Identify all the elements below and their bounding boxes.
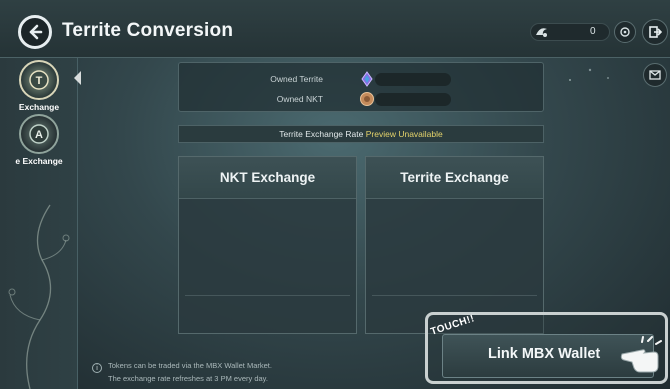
- plus-icon: [620, 27, 630, 37]
- pointing-hand-icon: [620, 336, 662, 373]
- exchange-rate-bar: Territe Exchange Rate Preview Unavailabl…: [178, 125, 544, 143]
- active-indicator: [74, 71, 81, 85]
- note-line-2: The exchange rate refreshes at 3 PM ever…: [108, 374, 268, 383]
- exit-button[interactable]: [642, 19, 668, 45]
- exchange-rate-label: Territe Exchange Rate: [279, 129, 364, 139]
- token-count: 0: [590, 26, 596, 37]
- token-icon: [536, 28, 547, 37]
- page-title: Territe Conversion: [62, 20, 234, 41]
- back-button[interactable]: [18, 15, 52, 49]
- owned-nkt-value: [375, 93, 451, 106]
- territe-exchange-icon: T: [19, 60, 59, 100]
- nkt-exchange-icon: A: [19, 114, 59, 154]
- decorative-vine: [8, 204, 70, 389]
- sidebar-badge-t: T: [36, 75, 43, 87]
- sidebar-item-label: Exchange: [18, 102, 60, 112]
- owned-nkt-label: Owned NKT: [276, 94, 323, 104]
- owned-nkt-row: Owned NKT: [179, 90, 545, 110]
- sidebar-item-territe-exchange[interactable]: T Exchange: [0, 58, 81, 112]
- nkt-exchange-title: NKT Exchange: [179, 157, 356, 199]
- owned-balances-panel: Owned Territe Owned NKT: [178, 62, 544, 112]
- info-icon: i: [92, 363, 102, 373]
- exchange-rate-status: Preview Unavailable: [365, 129, 443, 139]
- add-token-button[interactable]: [614, 21, 636, 43]
- note-line-1: Tokens can be traded via the MBX Wallet …: [108, 361, 272, 370]
- decorative-sparkle: [569, 68, 609, 81]
- territe-exchange-panel[interactable]: Territe Exchange: [365, 156, 544, 334]
- territe-gem-icon: [361, 71, 373, 87]
- territe-exchange-title: Territe Exchange: [366, 157, 543, 199]
- divider: [372, 295, 537, 296]
- sidebar-badge-a: A: [35, 129, 43, 141]
- divider: [185, 295, 350, 296]
- owned-territe-value: [375, 73, 451, 86]
- sidebar-item-label: e Exchange: [15, 156, 63, 166]
- exit-icon: [649, 26, 662, 38]
- nkt-exchange-panel[interactable]: NKT Exchange: [178, 156, 357, 334]
- owned-territe-label: Owned Territe: [270, 74, 323, 84]
- owned-territe-row: Owned Territe: [179, 70, 545, 90]
- back-arrow-icon: [29, 24, 43, 40]
- nkt-coin-icon: [360, 92, 374, 106]
- nkt-exchange-body: [179, 199, 356, 334]
- sidebar-item-nkt-exchange[interactable]: A e Exchange: [0, 114, 78, 166]
- mail-button[interactable]: [643, 63, 667, 87]
- mail-icon: [649, 70, 661, 80]
- link-wallet-label[interactable]: Link MBX Wallet: [488, 346, 600, 362]
